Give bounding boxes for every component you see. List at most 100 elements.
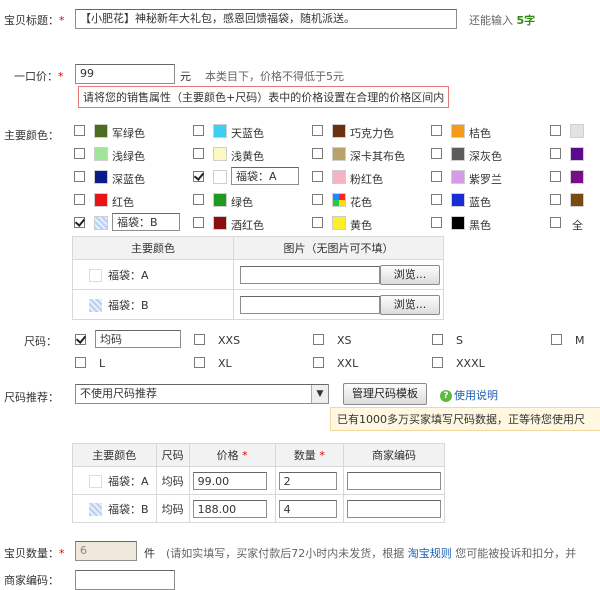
image-row-a-name: 福袋：A (72, 259, 234, 290)
sku-b-code-input[interactable] (347, 499, 441, 518)
color-swatch-icon (332, 124, 346, 138)
size-checkbox-2[interactable] (313, 334, 324, 345)
color-swatch-icon (213, 124, 227, 138)
size-checkbox-1[interactable] (194, 334, 205, 345)
size-checkbox-4[interactable] (551, 334, 562, 345)
qty-unit: 件 (144, 547, 155, 560)
col-image: 图片（无图片可不填） (233, 236, 444, 260)
color-checkbox-24[interactable] (550, 217, 561, 228)
color-checkbox-10[interactable] (74, 171, 85, 182)
color-name-label: 粉红色 (350, 173, 383, 186)
image-b-path-input[interactable] (240, 295, 380, 314)
color-swatch-icon (213, 216, 227, 230)
color-checkbox-7[interactable] (312, 148, 323, 159)
color-checkbox-11[interactable] (193, 171, 204, 182)
color-name-label: 酒红色 (231, 219, 264, 232)
size-checkbox-7[interactable] (313, 357, 324, 368)
color-checkbox-2[interactable] (312, 125, 323, 136)
price-input[interactable]: 99 (75, 64, 175, 84)
color-checkbox-13[interactable] (431, 171, 442, 182)
color-checkbox-18[interactable] (431, 194, 442, 205)
color-checkbox-12[interactable] (312, 171, 323, 182)
sku-row-a-color: 福袋：A (72, 466, 157, 495)
color-checkbox-19[interactable] (550, 194, 561, 205)
sku-row-a-code-cell (343, 466, 445, 495)
sku-col-qty: 数量 * (274, 443, 345, 467)
sku-col-size: 尺码 (155, 443, 190, 467)
color-checkbox-14[interactable] (550, 171, 561, 182)
size-rec-select[interactable]: 不使用尺码推荐 ▼ (75, 384, 329, 404)
color-name-label: 深卡其布色 (350, 150, 405, 163)
browse-b-button[interactable]: 浏览... (380, 294, 440, 315)
color-swatch-icon (451, 170, 465, 184)
color-name-label: 黑色 (469, 219, 491, 232)
color-checkbox-8[interactable] (431, 148, 442, 159)
color-swatch-icon (570, 147, 584, 161)
dropdown-arrow-icon: ▼ (311, 385, 328, 403)
color-name-input[interactable]: 福袋：A (231, 167, 299, 185)
qty-label: 宝贝数量：* (4, 547, 65, 560)
color-name-input[interactable]: 福袋：B (112, 213, 180, 231)
color-swatch-icon (94, 216, 108, 230)
color-checkbox-17[interactable] (312, 194, 323, 205)
manage-size-template-button[interactable]: 管理尺码模板 (343, 383, 427, 405)
size-checkbox-5[interactable] (75, 357, 86, 368)
color-swatch-icon (332, 170, 346, 184)
size-name-label: XXS (218, 334, 241, 347)
sku-b-qty-input[interactable]: 4 (278, 499, 337, 518)
sku-row-b-size: 均码 (155, 494, 190, 523)
size-checkbox-0[interactable] (75, 334, 86, 345)
size-checkbox-8[interactable] (432, 357, 443, 368)
sku-a-price-input[interactable]: 99.00 (192, 471, 267, 490)
color-checkbox-4[interactable] (550, 125, 561, 136)
size-name-label: XL (218, 357, 232, 370)
sku-a-code-input[interactable] (347, 471, 441, 490)
color-swatch-icon (570, 124, 584, 138)
color-name-label: 巧克力色 (350, 127, 394, 140)
color-checkbox-6[interactable] (193, 148, 204, 159)
color-checkbox-15[interactable] (74, 194, 85, 205)
sku-row-b-color: 福袋：B (72, 494, 157, 523)
code-input[interactable] (75, 570, 175, 590)
color-swatch-icon (332, 193, 346, 207)
color-checkbox-16[interactable] (193, 194, 204, 205)
color-checkbox-23[interactable] (431, 217, 442, 228)
sku-row-b-price-cell: 188.00 (188, 494, 276, 523)
mosaic-swatch-icon (89, 299, 102, 312)
color-label: 主要颜色： (4, 129, 59, 142)
sku-b-price-input[interactable]: 188.00 (192, 499, 267, 518)
color-checkbox-0[interactable] (74, 125, 85, 136)
size-name-input[interactable]: 均码 (95, 330, 181, 348)
sku-col-code: 商家编码 (343, 443, 445, 467)
size-checkbox-3[interactable] (432, 334, 443, 345)
color-swatch-icon (451, 216, 465, 230)
help-link[interactable]: ? 使用说明 (440, 387, 498, 403)
qty-input[interactable]: 6 (75, 541, 137, 561)
size-checkbox-6[interactable] (194, 357, 205, 368)
color-checkbox-5[interactable] (74, 148, 85, 159)
image-row-b-name: 福袋：B (72, 289, 234, 320)
color-checkbox-1[interactable] (193, 125, 204, 136)
size-name-label: S (456, 334, 463, 347)
color-checkbox-20[interactable] (74, 217, 85, 228)
browse-a-button[interactable]: 浏览... (380, 264, 440, 285)
color-checkbox-3[interactable] (431, 125, 442, 136)
image-row-b-file: 浏览... (233, 289, 444, 320)
taobao-rules-link[interactable]: 淘宝规则 (408, 547, 452, 560)
color-swatch-icon (570, 193, 584, 207)
color-name-label: 红色 (112, 196, 134, 209)
color-name-label: 绿色 (231, 196, 253, 209)
color-name-label: 深灰色 (469, 150, 502, 163)
color-checkbox-21[interactable] (193, 217, 204, 228)
image-a-path-input[interactable] (240, 265, 380, 284)
sku-row-a-price-cell: 99.00 (188, 466, 276, 495)
size-name-label: XXL (337, 357, 359, 370)
mosaic-swatch-icon (89, 503, 102, 516)
sku-a-qty-input[interactable]: 2 (278, 471, 337, 490)
color-name-label: 深蓝色 (112, 173, 145, 186)
color-name-label: 天蓝色 (231, 127, 264, 140)
color-checkbox-9[interactable] (550, 148, 561, 159)
color-checkbox-22[interactable] (312, 217, 323, 228)
title-input[interactable]: 【小肥花】神秘新年大礼包，感恩回馈福袋，随机派送。 (75, 9, 457, 29)
sku-row-a-qty-cell: 2 (274, 466, 345, 495)
